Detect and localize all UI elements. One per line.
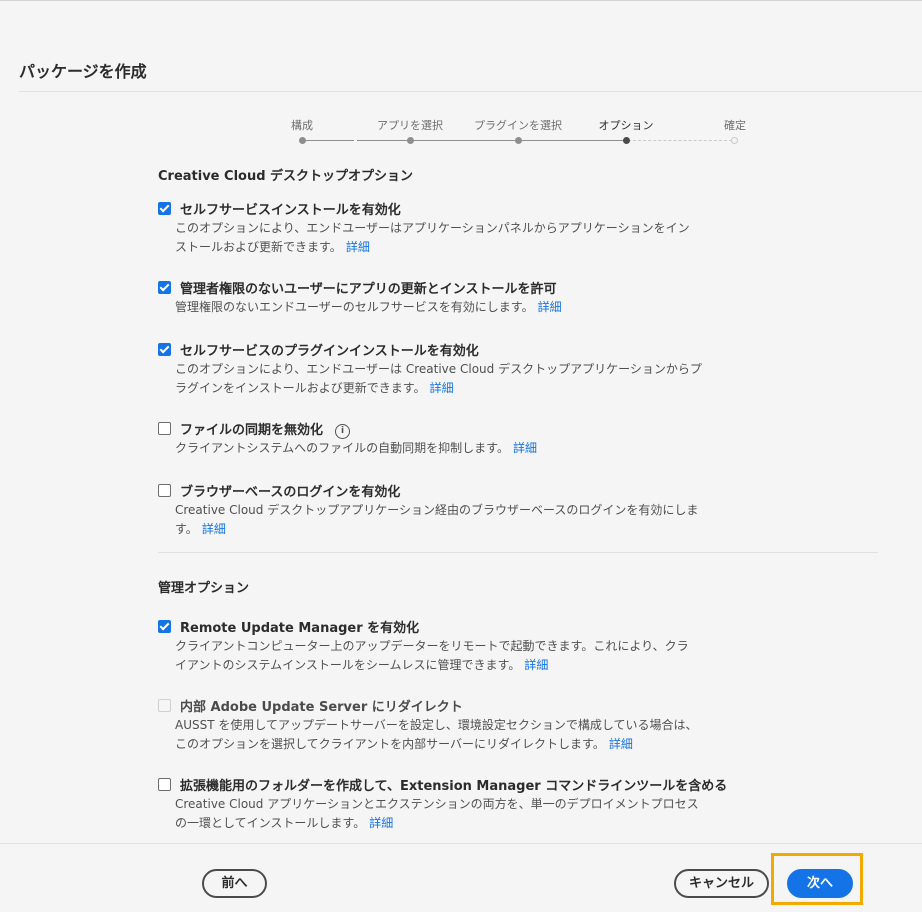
stepper-connector [520, 140, 624, 141]
description-line: の一環としてインストールします。 [175, 816, 366, 830]
cancel-button[interactable]: キャンセル [674, 869, 769, 898]
checkbox[interactable] [158, 778, 171, 791]
option-description: クライアントシステムへのファイルの自動同期を抑制します。 詳細 [175, 439, 730, 458]
description-line: ラグインをインストールおよび更新できます。 [175, 381, 426, 395]
step-label: 確定 [724, 119, 746, 132]
description-line: Creative Cloud デスクトップアプリケーション経由のブラウザーベース… [175, 503, 699, 517]
option-label: 管理者権限のないユーザーにアプリの更新とインストールを許可 [180, 282, 557, 297]
description-line: Creative Cloud アプリケーションとエクステンションの両方を、単一の… [175, 797, 699, 811]
option-label: 拡張機能用のフォルダーを作成して、Extension Manager コマンドラ… [180, 779, 728, 794]
checkbox-disabled [158, 699, 171, 712]
info-icon[interactable]: i [335, 424, 351, 439]
checkbox[interactable] [158, 484, 171, 497]
stepper-connector [412, 140, 516, 141]
option-description: このオプションにより、エンドユーザーは Creative Cloud デスクトッ… [175, 360, 730, 398]
option-label: 内部 Adobe Update Server にリダイレクト [180, 700, 463, 715]
learn-more-link[interactable]: 詳細 [202, 522, 226, 536]
description-line: す。 [175, 522, 198, 536]
step-dot-active [623, 137, 630, 144]
step-label-active: オプション [598, 119, 654, 132]
stepper-connector [305, 140, 354, 141]
option-description: AUSST を使用してアップデートサーバーを設定し、環境設定セクションで構成して… [175, 716, 730, 754]
learn-more-link[interactable]: 詳細 [609, 737, 633, 751]
learn-more-link[interactable]: 詳細 [538, 300, 562, 314]
option-description: クライアントコンピューター上のアップデーターをリモートで起動できます。これにより… [175, 637, 730, 675]
step-dot-done [299, 137, 306, 144]
description-line: クライアントシステムへのファイルの自動同期を抑制します。 [175, 441, 509, 455]
step-label: 構成 [291, 119, 313, 132]
step-label: アプリを選択 [377, 119, 443, 132]
learn-more-link[interactable]: 詳細 [524, 658, 548, 672]
back-button[interactable]: 前へ [202, 869, 267, 898]
step-dot-future [731, 137, 738, 144]
checkbox[interactable] [158, 620, 171, 633]
learn-more-link[interactable]: 詳細 [430, 381, 454, 395]
section-divider [158, 552, 878, 553]
step-dot-done [515, 137, 522, 144]
description-line: このオプションを選択してクライアントを内部サーバーにリダイレクトします。 [175, 737, 605, 751]
description-line: このオプションにより、エンドユーザーは Creative Cloud デスクトッ… [175, 362, 702, 376]
option-description: 管理権限のないエンドユーザーのセルフサービスを有効にします。 詳細 [175, 298, 730, 317]
description-line: このオプションにより、エンドユーザーはアプリケーションパネルからアプリケーション… [175, 221, 690, 235]
description-line: 管理権限のないエンドユーザーのセルフサービスを有効にします。 [175, 300, 534, 314]
checkbox[interactable] [158, 281, 171, 294]
learn-more-link[interactable]: 詳細 [369, 816, 393, 830]
section-title-admin: 管理オプション [158, 581, 250, 596]
checkbox[interactable] [158, 202, 171, 215]
option-label-wrap: ファイルの同期を無効化 i [180, 419, 351, 439]
top-border [0, 0, 922, 1]
option-label: Remote Update Manager を有効化 [180, 621, 420, 636]
description-line: イアントのシステムインストールをシームレスに管理できます。 [175, 658, 521, 672]
title-divider [19, 91, 922, 92]
step-label: プラグインを選択 [474, 119, 562, 132]
highlight-box [771, 853, 863, 905]
learn-more-link[interactable]: 詳細 [513, 441, 537, 455]
footer-divider [0, 843, 922, 844]
option-label: ファイルの同期を無効化 [180, 423, 324, 438]
option-description: Creative Cloud デスクトップアプリケーション経由のブラウザーベース… [175, 501, 730, 539]
option-description: このオプションにより、エンドユーザーはアプリケーションパネルからアプリケーション… [175, 219, 730, 257]
step-dot-done [407, 137, 414, 144]
option-label: ブラウザーベースのログインを有効化 [180, 485, 401, 500]
option-label: セルフサービスインストールを有効化 [180, 203, 401, 218]
description-line: クライアントコンピューター上のアップデーターをリモートで起動できます。これにより… [175, 639, 689, 653]
description-line: AUSST を使用してアップデートサーバーを設定し、環境設定セクションで構成して… [175, 718, 698, 732]
stepper-connector [357, 140, 409, 141]
section-title-desktop: Creative Cloud デスクトップオプション [158, 169, 414, 184]
page-title: パッケージを作成 [19, 62, 147, 81]
option-label: セルフサービスのプラグインインストールを有効化 [180, 344, 479, 359]
stepper-connector [628, 140, 732, 141]
option-description: Creative Cloud アプリケーションとエクステンションの両方を、単一の… [175, 795, 730, 833]
description-line: ストールおよび更新できます。 [175, 240, 342, 254]
checkbox[interactable] [158, 422, 171, 435]
checkbox[interactable] [158, 343, 171, 356]
learn-more-link[interactable]: 詳細 [346, 240, 370, 254]
